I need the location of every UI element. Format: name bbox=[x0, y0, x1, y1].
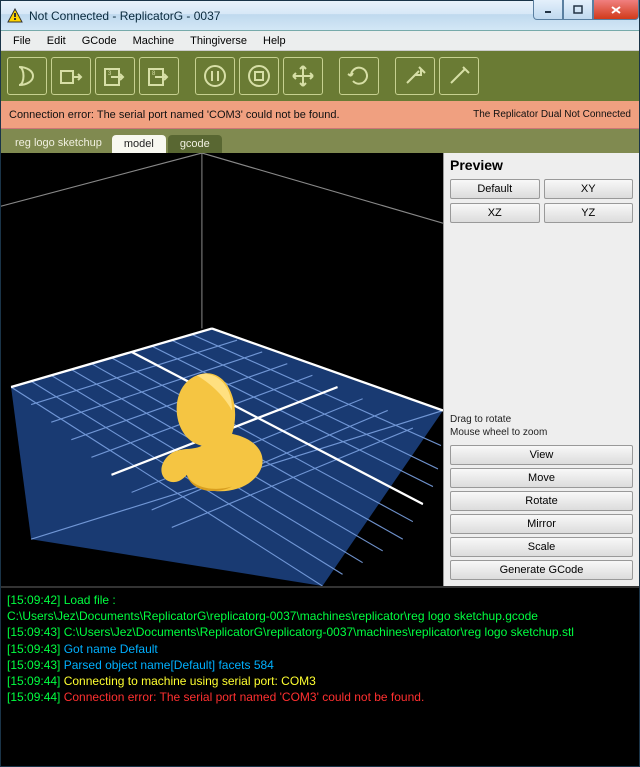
mirror-button[interactable]: Mirror bbox=[450, 514, 633, 534]
menu-help[interactable]: Help bbox=[255, 33, 294, 49]
error-bar: Connection error: The serial port named … bbox=[1, 101, 639, 129]
menu-thingiverse[interactable]: Thingiverse bbox=[182, 33, 255, 49]
minimize-button[interactable] bbox=[533, 0, 563, 20]
generate-gcode-button[interactable]: Generate GCode bbox=[450, 560, 633, 580]
close-button[interactable] bbox=[593, 0, 639, 20]
tool-export-icon[interactable]: 8 bbox=[139, 57, 179, 95]
menu-machine[interactable]: Machine bbox=[125, 33, 183, 49]
preview-title: Preview bbox=[444, 153, 639, 177]
maximize-button[interactable] bbox=[563, 0, 593, 20]
hint-rotate: Drag to rotate bbox=[450, 413, 633, 426]
tool-pause-icon[interactable] bbox=[195, 57, 235, 95]
view-button[interactable]: View bbox=[450, 445, 633, 465]
window-title: Not Connected - ReplicatorG - 0037 bbox=[29, 9, 533, 23]
move-button[interactable]: Move bbox=[450, 468, 633, 488]
menu-edit[interactable]: Edit bbox=[39, 33, 74, 49]
menu-gcode[interactable]: GCode bbox=[74, 33, 125, 49]
app-window: Not Connected - ReplicatorG - 0037 File … bbox=[0, 0, 640, 767]
3d-viewport[interactable] bbox=[1, 153, 443, 586]
tool-refresh-icon[interactable] bbox=[339, 57, 379, 95]
error-message: Connection error: The serial port named … bbox=[9, 109, 473, 121]
error-status: The Replicator Dual Not Connected bbox=[473, 109, 631, 120]
preview-xz-button[interactable]: XZ bbox=[450, 203, 540, 223]
menu-bar: File Edit GCode Machine Thingiverse Help bbox=[1, 31, 639, 51]
tool-disconnect-icon[interactable] bbox=[439, 57, 479, 95]
preview-yz-button[interactable]: YZ bbox=[544, 203, 634, 223]
project-name: reg logo sketchup bbox=[5, 133, 112, 153]
preview-default-button[interactable]: Default bbox=[450, 179, 540, 199]
preview-panel: Preview Default XY XZ YZ Drag to rotate … bbox=[443, 153, 639, 586]
window-buttons bbox=[533, 0, 639, 20]
title-bar[interactable]: Not Connected - ReplicatorG - 0037 bbox=[1, 1, 639, 31]
tab-gcode[interactable]: gcode bbox=[168, 135, 222, 153]
tab-bar: reg logo sketchup model gcode bbox=[1, 129, 639, 153]
menu-file[interactable]: File bbox=[5, 33, 39, 49]
tool-new-icon[interactable] bbox=[7, 57, 47, 95]
content-area: Preview Default XY XZ YZ Drag to rotate … bbox=[1, 153, 639, 586]
preview-hints: Drag to rotate Mouse wheel to zoom bbox=[444, 411, 639, 441]
tool-move-icon[interactable] bbox=[283, 57, 323, 95]
toolbar: 3 8 bbox=[1, 51, 639, 101]
rotate-button[interactable]: Rotate bbox=[450, 491, 633, 511]
preview-xy-button[interactable]: XY bbox=[544, 179, 634, 199]
tool-open-icon[interactable] bbox=[51, 57, 91, 95]
log-console[interactable]: [15:09:42] Load file :C:\Users\Jez\Docum… bbox=[1, 586, 639, 766]
tool-stop-icon[interactable] bbox=[239, 57, 279, 95]
tab-model[interactable]: model bbox=[112, 135, 166, 153]
tool-connect-icon[interactable] bbox=[395, 57, 435, 95]
3d-scene bbox=[1, 153, 443, 586]
scale-button[interactable]: Scale bbox=[450, 537, 633, 557]
tool-import-icon[interactable]: 3 bbox=[95, 57, 135, 95]
hint-zoom: Mouse wheel to zoom bbox=[450, 426, 633, 439]
app-icon bbox=[7, 8, 23, 24]
